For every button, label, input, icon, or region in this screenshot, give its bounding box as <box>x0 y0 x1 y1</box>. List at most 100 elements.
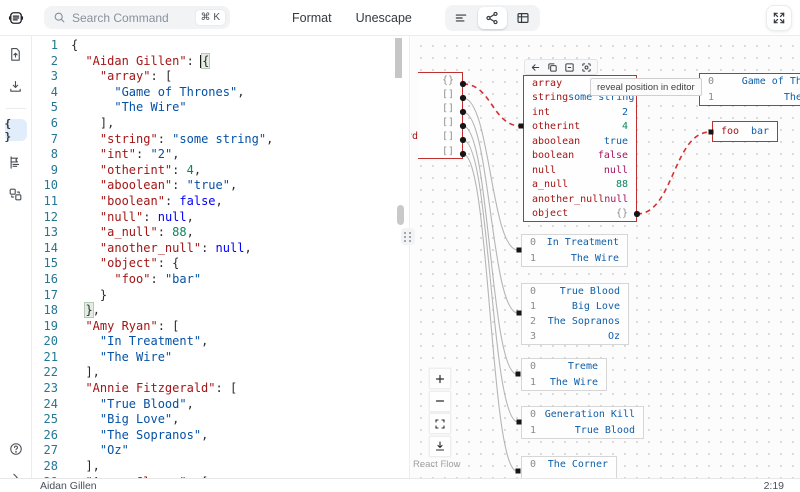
code-line: 24 "True Blood", <box>32 397 404 413</box>
code-line: 12 "null": null, <box>32 210 404 226</box>
graph-edge <box>637 132 710 214</box>
line-number: 24 <box>32 397 58 413</box>
graph-node-alice[interactable]: 0The Corner <box>521 456 617 478</box>
node-row: 0The Corner <box>522 457 616 473</box>
graph-node-root[interactable]: {}[][][]rd[][] <box>418 72 463 159</box>
app-window: ⌘ K Format Unescape { } <box>0 0 800 492</box>
download-button[interactable] <box>5 75 27 97</box>
code-line: 5 "The Wire" <box>32 100 404 116</box>
export-download-button[interactable] <box>429 436 451 457</box>
code-line: 28 ], <box>32 459 404 475</box>
node-row: object{} <box>524 207 636 222</box>
code-line: 1{ <box>32 38 404 54</box>
node-row: 1The Wire <box>700 90 800 106</box>
node-row: a_null88 <box>524 178 636 193</box>
splitter-pill[interactable] <box>397 205 404 225</box>
line-number: 12 <box>32 210 58 226</box>
back-arrow-icon[interactable] <box>530 62 541 73</box>
code-line: 19 "Amy Ryan": [ <box>32 319 404 335</box>
line-number: 22 <box>32 365 58 381</box>
code-line: 21 "The Wire" <box>32 350 404 366</box>
node-row: abooleantrue <box>524 134 636 149</box>
panel-splitter[interactable] <box>404 36 410 478</box>
line-number: 9 <box>32 163 58 179</box>
node-row: booleanfalse <box>524 149 636 164</box>
node-row: 1The Wire <box>522 375 606 391</box>
search-icon <box>53 11 66 24</box>
line-number: 27 <box>32 443 58 459</box>
left-sidebar: { } <box>0 36 32 492</box>
format-button[interactable]: Format <box>292 11 332 25</box>
tab-list-view[interactable] <box>447 7 476 29</box>
collapse-node-icon[interactable] <box>564 62 575 73</box>
tab-table-view[interactable] <box>509 7 538 29</box>
focus-node-icon[interactable] <box>581 62 592 73</box>
graph-node-alexander[interactable]: 0Generation Kill1True Blood <box>521 406 644 439</box>
filter-rules-button[interactable] <box>5 151 27 173</box>
code-line: 8 "int": "2", <box>32 147 404 163</box>
line-number: 8 <box>32 147 58 163</box>
node-row: nullnull <box>524 163 636 178</box>
import-file-button[interactable] <box>5 43 27 65</box>
code-line: 23 "Annie Fitzgerald": [ <box>32 381 404 397</box>
line-number: 4 <box>32 85 58 101</box>
code-line: 22 ], <box>32 365 404 381</box>
node-row: otherint4 <box>524 120 636 135</box>
line-number: 19 <box>32 319 58 335</box>
splitter-drag-handle[interactable] <box>401 228 415 245</box>
node-row: [] <box>418 87 462 101</box>
graph-node-anwan-glover[interactable]: 0Treme1The Wire <box>521 358 607 391</box>
graph-node-aidan-gillen[interactable]: array[]stringsome stringint2otherint4abo… <box>523 75 637 222</box>
search-command-box[interactable]: ⌘ K <box>44 6 230 29</box>
json-code-editor[interactable]: 1{2 "Aidan Gillen": {3 "array": [4 "Game… <box>32 36 404 478</box>
code-line: 14 "another_null": null, <box>32 241 404 257</box>
line-number: 28 <box>32 459 58 475</box>
graph-edge <box>463 98 518 250</box>
line-number: 5 <box>32 100 58 116</box>
graph-node-object-foo[interactable]: foobar <box>712 121 778 142</box>
view-mode-switcher <box>445 5 540 31</box>
top-bar: ⌘ K Format Unescape <box>0 0 800 36</box>
graph-edge <box>463 126 517 374</box>
line-number: 15 <box>32 256 58 272</box>
list-view-icon <box>454 11 468 25</box>
help-button[interactable] <box>5 438 27 460</box>
node-row: 0Game of Thrones <box>700 74 800 90</box>
reveal-tooltip: reveal position in editor <box>590 78 702 96</box>
code-line: 26 "The Sopranos", <box>32 428 404 444</box>
code-line: 18 }, <box>32 303 404 319</box>
node-row: {} <box>418 73 462 87</box>
selection-path: Aidan Gillen <box>40 480 97 492</box>
code-line: 9 "otherint": 4, <box>32 163 404 179</box>
graph-panel[interactable]: {}[][][]rd[][] array[]stringsome stringin… <box>411 36 800 478</box>
zoom-out-button[interactable] <box>429 391 451 412</box>
node-row: another_nullnull <box>524 192 636 207</box>
graph-node-annie-fitzgerald[interactable]: 0True Blood1Big Love2The Sopranos3Oz <box>521 283 629 345</box>
graph-node-array[interactable]: 0Game of Thrones1The Wire <box>699 73 800 106</box>
graph-edge <box>463 140 518 422</box>
graph-edge <box>463 154 517 471</box>
cursor-position: 2:19 <box>764 480 784 492</box>
editor-scrollbar[interactable] <box>395 38 402 78</box>
fullscreen-icon <box>772 11 786 25</box>
unescape-button[interactable]: Unescape <box>356 11 412 25</box>
search-input[interactable] <box>72 11 180 25</box>
fullscreen-button[interactable] <box>766 5 792 31</box>
graph-view-icon <box>485 11 499 25</box>
code-line: 17 } <box>32 288 404 304</box>
json-view-button[interactable]: { } <box>5 119 27 141</box>
zoom-in-button[interactable] <box>429 368 451 389</box>
code-line: 2 "Aidan Gillen": { <box>32 54 404 70</box>
tab-graph-view[interactable] <box>478 7 507 29</box>
line-number: 26 <box>32 428 58 444</box>
transform-button[interactable] <box>5 183 27 205</box>
code-line: 11 "boolean": false, <box>32 194 404 210</box>
node-row: 3Oz <box>522 329 628 344</box>
graph-node-amy-ryan[interactable]: 0In Treatment1The Wire <box>521 234 628 267</box>
code-line: 4 "Game of Thrones", <box>32 85 404 101</box>
node-row: foobar <box>713 122 777 141</box>
fit-view-button[interactable] <box>429 413 451 434</box>
node-row: 1True Blood <box>522 423 643 439</box>
copy-icon[interactable] <box>547 62 558 73</box>
sidebar-divider <box>6 108 26 109</box>
